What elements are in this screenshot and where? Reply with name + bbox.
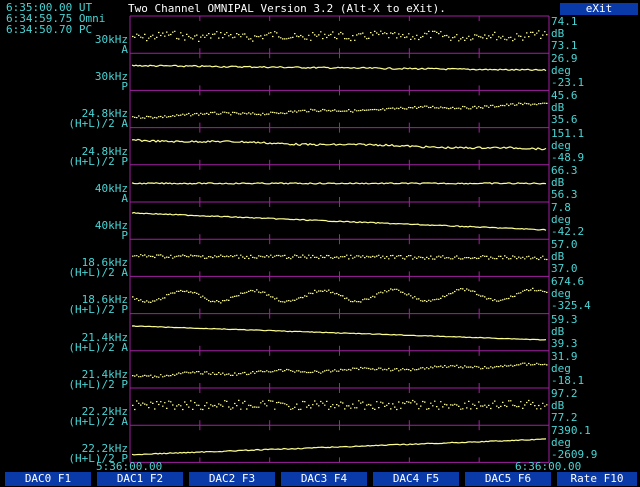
fkey-dac1-f2[interactable]: DAC1 F2 <box>97 472 183 486</box>
channel-trace <box>131 325 547 341</box>
channel-trace <box>131 182 547 185</box>
channel-trace <box>132 287 548 304</box>
scale-bottom: -18.1 <box>551 373 585 387</box>
fkey-dac5-f6[interactable]: DAC5 F6 <box>465 472 551 486</box>
scale-bottom: -325.4 <box>551 299 591 313</box>
fkey-dac2-f3[interactable]: DAC2 F3 <box>189 472 275 486</box>
scale-unit: deg <box>551 138 571 152</box>
fkey-dac0-f1[interactable]: DAC0 F1 <box>5 472 91 486</box>
channel-trace <box>131 211 547 231</box>
scale-unit: deg <box>551 436 571 450</box>
scale-bottom: 35.6 <box>551 113 578 127</box>
channel-label-type: P <box>121 229 128 242</box>
scale-top: 151.1 <box>551 126 585 140</box>
scale-unit: deg <box>551 213 571 226</box>
scale-bottom: -2609.9 <box>551 448 598 462</box>
channel-label-type: (H+L)/2 P <box>68 377 128 391</box>
scale-top: 26.9 <box>551 52 578 66</box>
scale-top: 97.2 <box>551 387 578 400</box>
channel-trace <box>132 102 548 119</box>
scale-unit: dB <box>551 399 565 412</box>
channel-trace <box>132 254 548 261</box>
channel-label-type: (H+L)/2 P <box>68 154 128 168</box>
channel-trace <box>132 30 548 42</box>
scale-bottom: -42.2 <box>551 225 585 238</box>
channel-trace <box>131 64 547 72</box>
scale-bottom: 39.3 <box>551 336 578 350</box>
fkey-dac3-f4[interactable]: DAC3 F4 <box>281 472 367 486</box>
fkey-rate-f10[interactable]: Rate F10 <box>557 472 637 486</box>
scale-unit: dB <box>551 250 565 264</box>
scale-top: 31.9 <box>551 349 578 363</box>
channel-label-type: (H+L)/2 P <box>68 303 128 317</box>
scale-unit: deg <box>551 287 571 301</box>
channel-trace <box>132 362 548 379</box>
channel-trace <box>132 399 548 411</box>
scale-top: 674.6 <box>551 275 585 289</box>
scale-unit: dB <box>551 175 565 189</box>
scale-bottom: 77.2 <box>551 411 578 424</box>
scale-unit: deg <box>551 64 571 78</box>
channel-trace <box>131 138 547 151</box>
scale-bottom: 56.3 <box>551 187 578 201</box>
channel-label-type: (H+L)/2 A <box>68 117 128 131</box>
scale-top: 74.1 <box>551 15 578 28</box>
channel-label-type: A <box>121 191 128 205</box>
channel-label-type: (H+L)/2 A <box>68 266 128 280</box>
scale-top: 7.8 <box>551 201 571 214</box>
function-key-bar: DAC0 F1 DAC1 F2 DAC2 F3 DAC3 F4 DAC4 F5 DAC5 … <box>0 472 640 487</box>
plot-area: 30kHz A 74.1 dB 73.1 30kHz P 26.9 deg -23.1 24.8kH… <box>0 0 640 470</box>
scale-top: 66.3 <box>551 163 578 177</box>
scale-bottom: -23.1 <box>551 76 585 90</box>
scale-bottom: 73.1 <box>551 39 578 52</box>
scale-top: 57.0 <box>551 238 578 252</box>
channel-label-type: P <box>121 80 128 94</box>
channel-trace <box>131 438 547 456</box>
scale-unit: dB <box>551 324 565 338</box>
channel-label-type: (H+L)/2 A <box>68 340 128 354</box>
scale-top: 7390.1 <box>551 424 591 438</box>
scale-unit: dB <box>551 101 565 115</box>
channel-label-type: (H+L)/2 A <box>68 415 128 428</box>
channel-label-type: A <box>121 43 128 56</box>
scale-top: 45.6 <box>551 89 578 103</box>
fkey-dac4-f5[interactable]: DAC4 F5 <box>373 472 459 486</box>
scale-unit: dB <box>551 27 565 40</box>
scale-bottom: 37.0 <box>551 262 578 276</box>
scale-unit: deg <box>551 361 571 375</box>
scale-bottom: -48.9 <box>551 150 585 164</box>
scale-top: 59.3 <box>551 312 578 326</box>
